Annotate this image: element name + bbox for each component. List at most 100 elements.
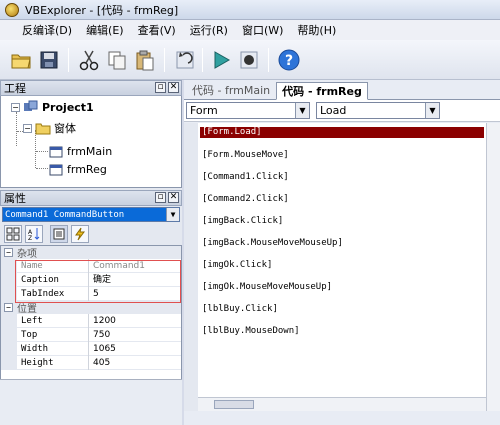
tab-code-frmreg[interactable]: 代码 - frmReg [276, 82, 368, 100]
code-line[interactable]: [imgOk.Click] [202, 260, 272, 270]
menu-run[interactable]: 运行(R) [190, 22, 228, 38]
menu-decompile[interactable]: 反编译(D) [22, 22, 72, 38]
tree-forms-folder[interactable]: − 窗体 [23, 120, 76, 136]
collapse-icon[interactable]: − [4, 303, 13, 312]
scroll-thumb[interactable] [214, 400, 254, 409]
vertical-scrollbar[interactable] [486, 123, 500, 411]
project-tree: − Project1 − 窗体 frmMain frmReg [0, 96, 182, 188]
svg-text:?: ? [285, 53, 293, 69]
property-row[interactable]: Height 405 [1, 355, 181, 370]
copy-icon[interactable] [104, 46, 130, 74]
project-panel-title: 工程 [4, 82, 26, 95]
toolbar-separator [164, 48, 165, 72]
help-icon[interactable]: ? [276, 46, 302, 74]
property-name: Left [17, 313, 89, 328]
code-line[interactable]: [Form.MouseMove] [202, 150, 289, 160]
close-icon[interactable]: ✕ [168, 82, 179, 93]
stop-icon[interactable] [236, 46, 262, 74]
property-value[interactable]: 1200 [89, 314, 116, 328]
svg-text:Z: Z [28, 235, 32, 241]
tree-project-label: Project1 [42, 100, 94, 114]
form-icon [49, 164, 63, 175]
chevron-down-icon[interactable]: ▼ [166, 208, 179, 221]
menu-view[interactable]: 查看(V) [138, 22, 176, 38]
code-line[interactable]: [lblBuy.Click] [202, 304, 278, 314]
window-title: VBExplorer - [代码 - frmReg] [25, 3, 179, 17]
property-value[interactable]: 405 [89, 356, 110, 370]
tree-project[interactable]: − Project1 [11, 100, 94, 114]
properties-panel-title: 属性 [4, 192, 26, 205]
procedure-combo-value: Load [320, 104, 347, 117]
tree-form-item[interactable]: frmReg [49, 163, 107, 176]
property-row[interactable]: Top 750 [1, 327, 181, 342]
run-icon[interactable] [208, 46, 234, 74]
tab-code-frmmain[interactable]: 代码 - frmMain [186, 81, 276, 99]
property-row[interactable]: Width 1065 [1, 341, 181, 356]
property-row[interactable]: Left 1200 [1, 313, 181, 328]
app-logo-icon [5, 2, 19, 17]
sort-alphabetical-icon[interactable]: AZ [25, 225, 43, 243]
properties-grid: − 杂项 Name Command1 Caption 确定 TabIndex 5… [0, 245, 182, 383]
property-name: Height [17, 355, 89, 370]
title-bar: VBExplorer - [代码 - frmReg] [0, 0, 500, 20]
project-panel-header: 工程 ▫ ✕ [0, 80, 182, 96]
left-panel: 工程 ▫ ✕ − Project1 − 窗体 frmMain frmReg 属性… [0, 80, 182, 425]
toolbar-separator [268, 48, 269, 72]
events-lightning-icon[interactable] [71, 225, 89, 243]
procedure-combo[interactable]: Load ▼ [316, 102, 440, 119]
categorized-icon[interactable] [4, 225, 22, 243]
property-name: Top [17, 327, 89, 342]
project-icon [24, 100, 38, 111]
property-description-area [0, 379, 182, 425]
open-folder-icon[interactable] [8, 46, 34, 74]
code-line[interactable]: [imgBack.Click] [202, 216, 283, 226]
tree-folder-label: 窗体 [54, 122, 76, 135]
code-tabs: 代码 - frmMain 代码 - frmReg [184, 80, 500, 100]
object-selector-value: Command1 CommandButton [5, 209, 125, 220]
chevron-down-icon[interactable]: ▼ [295, 103, 309, 118]
code-window: 代码 - frmMain 代码 - frmReg Form ▼ Load ▼ [… [184, 80, 500, 425]
menu-edit[interactable]: 编辑(E) [86, 22, 124, 38]
pin-icon[interactable]: ▫ [155, 192, 166, 203]
code-editor[interactable]: [Form.Load] [Form.MouseMove] [Command1.C… [184, 123, 500, 411]
code-line[interactable]: [imgOk.MouseMoveMouseUp] [202, 282, 332, 292]
paste-icon[interactable] [132, 46, 158, 74]
collapse-icon[interactable]: − [23, 123, 32, 133]
properties-page-icon[interactable] [50, 225, 68, 243]
save-icon[interactable] [36, 46, 62, 74]
code-combos: Form ▼ Load ▼ [184, 100, 500, 122]
object-combo-value: Form [190, 104, 218, 117]
close-icon[interactable]: ✕ [168, 192, 179, 203]
object-combo[interactable]: Form ▼ [186, 102, 310, 119]
property-value[interactable]: 750 [89, 328, 110, 342]
property-value[interactable]: 1065 [89, 342, 116, 356]
chevron-down-icon[interactable]: ▼ [425, 103, 439, 118]
toolbar-separator [202, 48, 203, 72]
object-selector[interactable]: Command1 CommandButton ▼ [2, 207, 180, 222]
collapse-icon[interactable]: − [4, 248, 13, 257]
properties-panel-header: 属性 ▫ ✕ [0, 190, 182, 206]
menu-window[interactable]: 窗口(W) [242, 22, 283, 38]
pin-icon[interactable]: ▫ [155, 82, 166, 93]
cut-icon[interactable] [76, 46, 102, 74]
highlight-annotation-box [15, 260, 181, 303]
menu-help[interactable]: 帮助(H) [297, 22, 336, 38]
code-line[interactable]: [lblBuy.MouseDown] [202, 326, 300, 336]
undo-icon[interactable] [172, 46, 198, 74]
folder-icon [35, 123, 51, 135]
property-name: Width [17, 341, 89, 356]
code-line[interactable]: [Command2.Click] [202, 194, 289, 204]
form-icon [49, 146, 63, 157]
tree-form-item[interactable]: frmMain [49, 145, 112, 158]
collapse-icon[interactable]: − [11, 102, 20, 112]
code-line[interactable]: [Command1.Click] [202, 172, 289, 182]
toolbar: ? [0, 40, 500, 80]
properties-toolbar: AZ [0, 223, 182, 245]
tree-form-label: frmReg [67, 163, 107, 176]
code-line[interactable]: [imgBack.MouseMoveMouseUp] [202, 238, 343, 248]
horizontal-scrollbar[interactable] [198, 397, 500, 411]
category-misc[interactable]: − 杂项 [1, 246, 181, 260]
menu-bar: 反编译(D) 编辑(E) 查看(V) 运行(R) 窗口(W) 帮助(H) [0, 20, 500, 40]
tree-form-label: frmMain [67, 145, 113, 158]
code-line[interactable]: [Form.Load] [200, 127, 484, 138]
